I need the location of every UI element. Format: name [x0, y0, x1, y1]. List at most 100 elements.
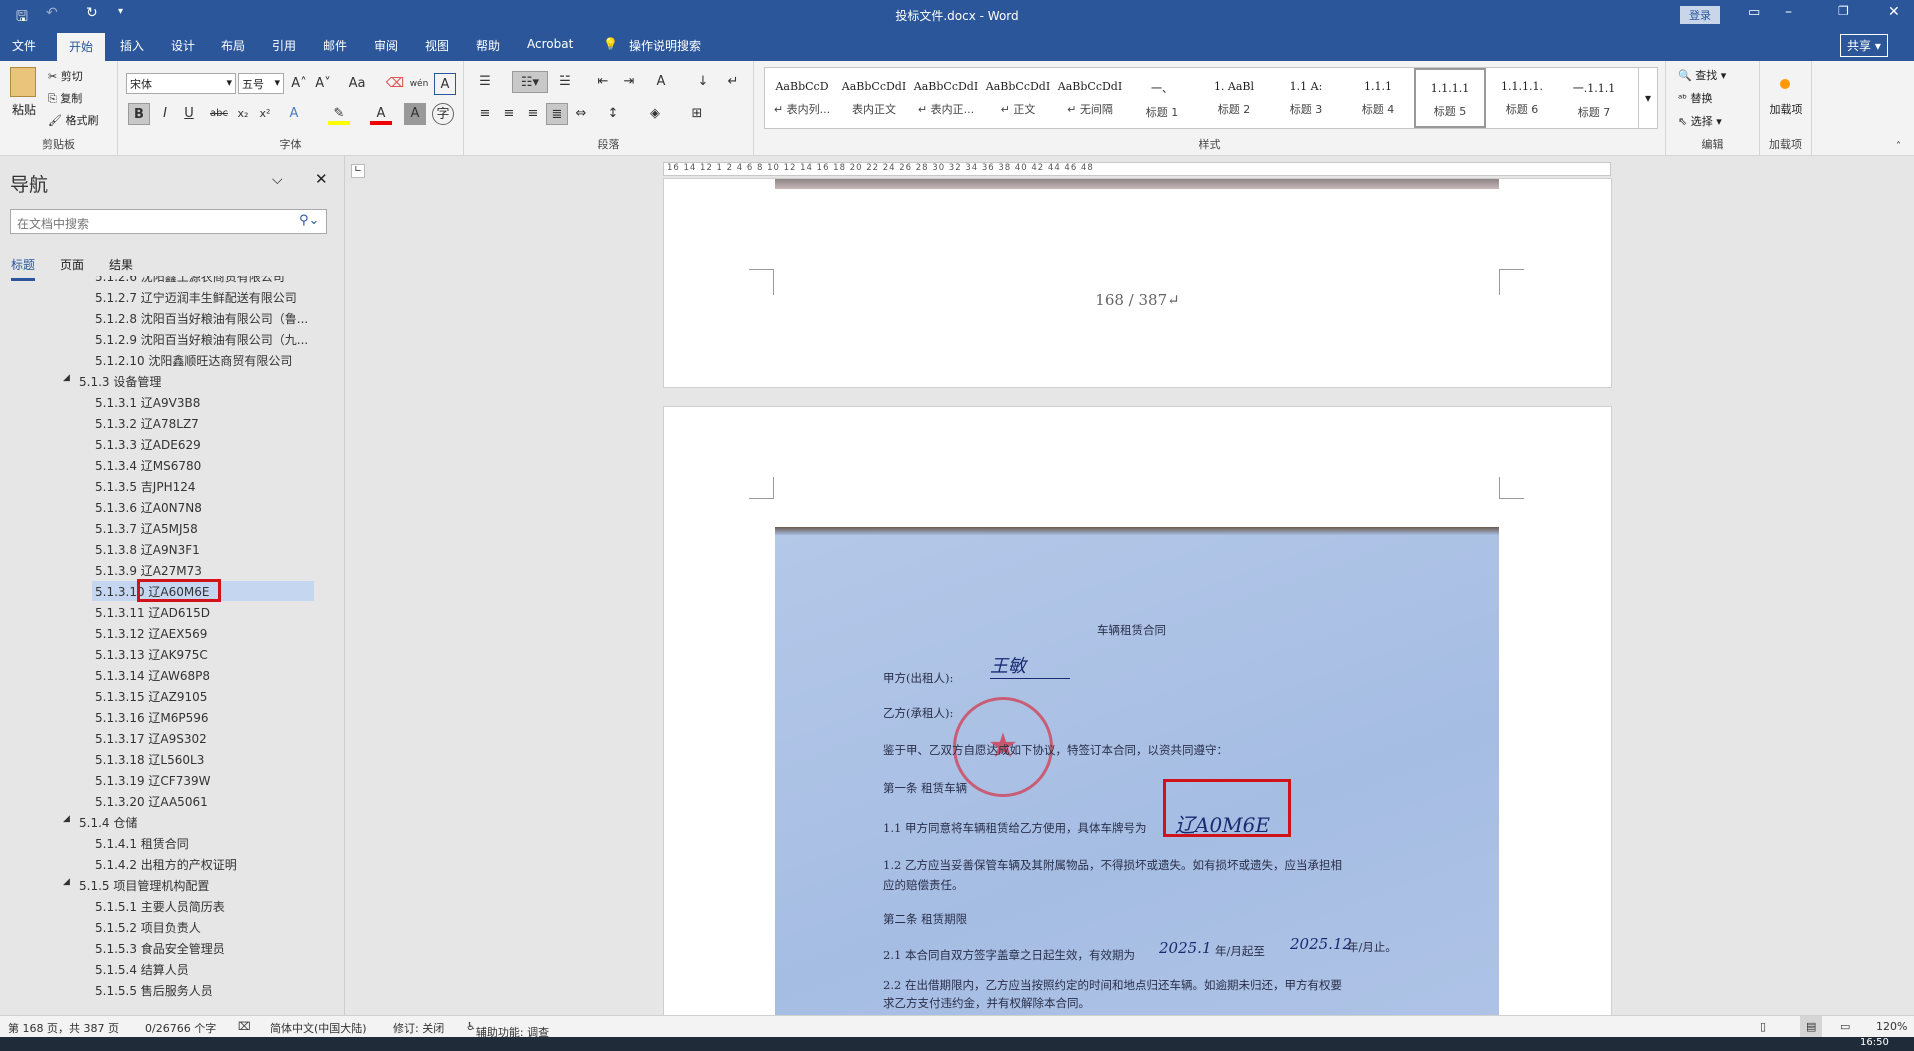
tell-me-search[interactable]: 操作说明搜索 [629, 37, 701, 54]
restore-icon[interactable]: ❐ [1838, 4, 1849, 18]
text-effects-icon[interactable]: A [283, 103, 305, 125]
copy-button[interactable]: ⎘ 复制 [48, 90, 82, 106]
nav-heading-item[interactable]: 5.1.3.4 辽MS6780 [95, 457, 201, 474]
tab-selector[interactable]: ∟ [351, 164, 365, 178]
ribbon-display-icon[interactable]: ▭ [1748, 5, 1760, 20]
tab-layout[interactable]: 布局 [221, 37, 245, 54]
tab-view[interactable]: 视图 [425, 37, 449, 54]
phonetic-guide-button[interactable]: wén [408, 73, 430, 95]
style-5[interactable]: AaBbCcDdI ↵ 无间隔 [1054, 68, 1126, 128]
decrease-indent-icon[interactable]: ⇤ [592, 71, 614, 93]
nav-heading-item[interactable]: 5.1.3.18 辽L560L3 [95, 751, 204, 768]
style-11[interactable]: 1.1.1.1. 标题 6 [1486, 68, 1558, 128]
line-spacing-icon[interactable]: ↕ [602, 103, 624, 125]
nav-heading-item[interactable]: 5.1.2.6 沈阳鑫土源农商贸有限公司 [95, 276, 285, 285]
style-7[interactable]: 1. AaBl 标题 2 [1198, 68, 1270, 128]
change-case-button[interactable]: Aa [342, 73, 372, 95]
style-10[interactable]: 1.1.1.1 标题 5 [1414, 68, 1486, 128]
cut-button[interactable]: ✂ 剪切 [48, 68, 83, 84]
style-8[interactable]: 1.1 A: 标题 3 [1270, 68, 1342, 128]
nav-heading-item[interactable]: 5.1.3.19 辽CF739W [95, 772, 210, 789]
nav-heading-item[interactable]: 5.1.3.8 辽A9N3F1 [95, 541, 200, 558]
accessibility-status[interactable]: ♿ 辅助功能: 调查 [466, 1020, 549, 1039]
page-count[interactable]: 第 168 页，共 387 页 [8, 1020, 119, 1036]
web-layout-icon[interactable]: ▭ [1840, 1020, 1850, 1033]
nav-heading-item[interactable]: 5.1.3.20 辽AA5061 [95, 793, 208, 810]
style-12[interactable]: 一.1.1.1 标题 7 [1558, 68, 1630, 128]
tab-file[interactable]: 文件 [12, 37, 36, 54]
nav-heading-item[interactable]: 5.1.5.1 主要人员简历表 [95, 898, 225, 915]
print-layout-icon[interactable]: ▤ [1800, 1016, 1823, 1037]
search-icon[interactable]: ⚲⌄ [299, 213, 319, 228]
collapse-triangle-icon[interactable]: ◢ [63, 814, 70, 824]
bold-button[interactable]: B [128, 103, 150, 125]
increase-indent-icon[interactable]: ⇥ [618, 71, 640, 93]
track-changes-status[interactable]: 修订: 关闭 [393, 1020, 444, 1036]
close-icon[interactable]: ✕ [1888, 4, 1900, 20]
paste-button[interactable]: 粘贴 [12, 101, 36, 118]
word-count[interactable]: 0/26766 个字 [145, 1020, 216, 1036]
multilevel-list-icon[interactable]: ☱ [554, 71, 576, 93]
nav-heading-item[interactable]: 5.1.5.5 售后服务人员 [95, 982, 213, 999]
clear-format-icon[interactable]: ⌫ [384, 73, 406, 95]
nav-search-input[interactable]: 在文档中搜索 ⚲⌄ [10, 209, 327, 234]
nav-heading-item[interactable]: 5.1.3.16 辽M6P596 [95, 709, 209, 726]
style-2[interactable]: AaBbCcDdI 表内正文 [838, 68, 910, 128]
collapse-triangle-icon[interactable]: ◢ [63, 877, 70, 887]
read-mode-icon[interactable]: ▯ [1760, 1020, 1766, 1033]
show-marks-icon[interactable]: ↵ [722, 71, 744, 93]
styles-more-button[interactable]: ▾ [1638, 67, 1658, 129]
nav-heading-item[interactable]: 5.1.4.2 出租方的产权证明 [95, 856, 237, 873]
find-button[interactable]: 🔍 查找 ▾ [1678, 67, 1726, 83]
tab-acrobat[interactable]: Acrobat [527, 37, 573, 51]
tab-references[interactable]: 引用 [272, 37, 296, 54]
nav-heading-item[interactable]: 5.1.3.7 辽A5MJ58 [95, 520, 198, 537]
collapse-triangle-icon[interactable]: ◢ [63, 373, 70, 383]
char-border-icon[interactable]: A [434, 73, 456, 95]
nav-heading-item[interactable]: 5.1.2.8 沈阳百当好粮油有限公司（鲁... [95, 310, 308, 327]
superscript-button[interactable]: x² [254, 103, 276, 125]
nav-heading-item[interactable]: 5.1.3.17 辽A9S302 [95, 730, 207, 747]
italic-button[interactable]: I [154, 103, 176, 125]
style-6[interactable]: 一、 标题 1 [1126, 68, 1198, 128]
sort-icon[interactable]: ↓ [692, 71, 714, 93]
nav-heading-item[interactable]: 5.1.3.15 辽AZ9105 [95, 688, 207, 705]
nav-heading-item[interactable]: 5.1.5.3 食品安全管理员 [95, 940, 225, 957]
underline-button[interactable]: U [178, 103, 200, 125]
nav-heading-item[interactable]: 5.1.4 仓储 [79, 814, 137, 831]
nav-heading-item[interactable]: 5.1.5.2 项目负责人 [95, 919, 201, 936]
text-direction-icon[interactable]: A [650, 71, 672, 93]
style-1[interactable]: AaBbCcD ↵ 表内列... [766, 68, 838, 128]
nav-heading-item[interactable]: 5.1.3.13 辽AK975C [95, 646, 208, 663]
nav-heading-item[interactable]: 5.1.3.11 辽AD615D [95, 604, 210, 621]
nav-heading-item[interactable]: 5.1.3.2 辽A78LZ7 [95, 415, 199, 432]
language-status[interactable]: 简体中文(中国大陆) [270, 1020, 367, 1036]
nav-heading-item[interactable]: 5.1.3.14 辽AW68P8 [95, 667, 210, 684]
nav-heading-item[interactable]: 5.1.5.4 结算人员 [95, 961, 189, 978]
nav-options-icon[interactable]: ⌵ [272, 172, 283, 188]
tab-design[interactable]: 设计 [171, 37, 195, 54]
borders-icon[interactable]: ⊞ [686, 103, 708, 125]
font-name-select[interactable]: 宋体 ▾ [126, 73, 236, 94]
login-button[interactable]: 登录 [1680, 6, 1720, 24]
tab-insert[interactable]: 插入 [120, 37, 144, 54]
nav-heading-item[interactable]: 5.1.3.1 辽A9V3B8 [95, 394, 200, 411]
nav-heading-item[interactable]: 5.1.3.3 辽ADE629 [95, 436, 201, 453]
distributed-icon[interactable]: ⇔ [570, 103, 592, 125]
nav-heading-item[interactable]: 5.1.2.9 沈阳百当好粮油有限公司（九... [95, 331, 308, 348]
nav-heading-item[interactable]: 5.1.4.1 租赁合同 [95, 835, 189, 852]
char-shading-icon[interactable]: A [404, 103, 426, 125]
style-9[interactable]: 1.1.1 标题 4 [1342, 68, 1414, 128]
nav-close-icon[interactable]: ✕ [315, 170, 328, 188]
tab-home[interactable]: 开始 [57, 33, 106, 61]
addins-button[interactable]: 加载项 [1768, 101, 1804, 117]
nav-heading-item[interactable]: 5.1.3 设备管理 [79, 373, 161, 390]
proofing-icon[interactable]: ⌧ [238, 1020, 251, 1033]
tab-review[interactable]: 审阅 [374, 37, 398, 54]
nav-heading-item[interactable]: 5.1.2.7 辽宁迈润丰生鲜配送有限公司 [95, 289, 297, 306]
format-painter-button[interactable]: 🖌 格式刷 [48, 112, 98, 128]
font-size-select[interactable]: 五号 ▾ [238, 73, 284, 94]
minimize-icon[interactable]: – [1785, 4, 1792, 20]
align-center-icon[interactable]: ≡ [498, 103, 520, 125]
nav-heading-item[interactable]: 5.1.3.5 吉JPH124 [95, 478, 196, 495]
